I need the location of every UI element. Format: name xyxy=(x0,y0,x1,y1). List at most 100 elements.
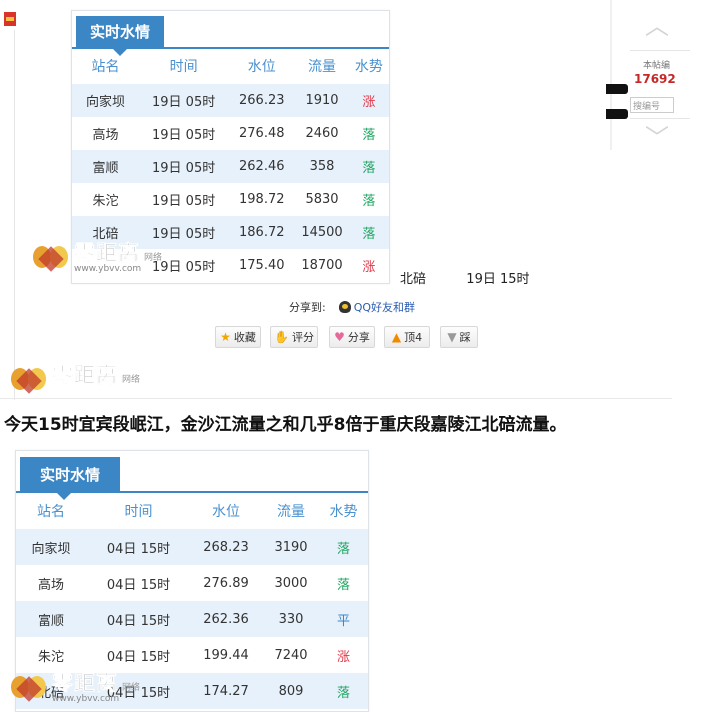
cell-trend: 落 xyxy=(362,128,376,143)
table-row: 朱沱 04日 15时 199.44 7240 涨 xyxy=(16,637,368,673)
widget-rule xyxy=(630,50,690,51)
cell-level: 199.44 xyxy=(203,647,249,663)
share-label: 分享到: xyxy=(289,301,326,314)
share-action-label: 分享 xyxy=(347,331,370,344)
chevron-up-icon[interactable]: ︿ xyxy=(637,14,677,38)
cell-station: 富顺 xyxy=(37,613,64,629)
cell-flow: 5830 xyxy=(305,192,339,207)
heart-icon: ♥ xyxy=(334,330,345,344)
thumb-icon: ✋ xyxy=(274,330,289,344)
cell-level: 175.40 xyxy=(239,258,285,273)
rate-button[interactable]: ✋ 评分 xyxy=(270,326,318,348)
header-level: 水位 xyxy=(212,504,240,520)
cell-flow: 3000 xyxy=(274,575,308,591)
upvote-label: 顶4 xyxy=(404,331,423,344)
cell-flow: 1910 xyxy=(305,93,339,108)
table-row: 高场 04日 15时 276.89 3000 落 xyxy=(16,565,368,601)
cell-station: 高场 xyxy=(37,577,64,593)
table-row: 高场 19日 05时 276.48 2460 落 xyxy=(72,117,389,150)
watermark-logo-icon xyxy=(32,242,72,274)
cell-trend: 落 xyxy=(336,685,350,701)
cell-time: 19日 05时 xyxy=(152,95,216,110)
section-divider xyxy=(0,398,672,399)
cell-station: 朱沱 xyxy=(92,194,119,209)
share-button[interactable]: ♥ 分享 xyxy=(329,326,375,348)
cell-level: 276.48 xyxy=(239,126,285,141)
watermark-sub: 网络 xyxy=(122,683,141,693)
cell-trend: 落 xyxy=(362,194,376,209)
downvote-button[interactable]: ▼ 踩 xyxy=(440,326,478,348)
widget-rule xyxy=(630,118,690,119)
cell-station: 向家坝 xyxy=(85,95,125,110)
cell-station: 高场 xyxy=(92,128,119,143)
cell-trend: 涨 xyxy=(336,649,350,665)
downvote-label: 踩 xyxy=(459,331,471,344)
favorite-button[interactable]: ★ 收藏 xyxy=(215,326,261,348)
cell-level: 198.72 xyxy=(239,192,285,207)
header-time: 时间 xyxy=(169,59,198,75)
qq-icon[interactable] xyxy=(338,301,351,313)
cell-trend: 平 xyxy=(336,613,350,629)
overflow-time: 19日 15时 xyxy=(466,272,530,287)
cell-time: 04日 15时 xyxy=(106,577,171,593)
widget-search-placeholder: 搜编号 xyxy=(633,101,661,112)
widget-divider xyxy=(610,0,612,150)
watermark-url: www.ybvv.com xyxy=(52,694,120,704)
cell-trend: 落 xyxy=(362,227,376,242)
cell-station: 向家坝 xyxy=(31,541,71,557)
star-icon: ★ xyxy=(220,330,231,344)
headline: 今天15时宜宾段岷江，金沙江流量之和几乎8倍于重庆段嘉陵江北碚流量。 xyxy=(4,415,567,435)
cell-flow: 3190 xyxy=(274,539,308,555)
cell-trend: 涨 xyxy=(362,260,376,275)
widget-label: 本帖编 xyxy=(643,61,671,71)
widget-black-bar xyxy=(606,84,628,94)
header-flow: 流量 xyxy=(308,59,337,75)
tab-realtime-water[interactable]: 实时水情 xyxy=(20,457,120,500)
flag-icon xyxy=(4,12,16,26)
cell-trend: 落 xyxy=(336,577,350,593)
cell-time: 19日 05时 xyxy=(152,227,216,242)
table-header: 站名 时间 水位 流量 水势 xyxy=(72,48,389,84)
panel-tabbar: 实时水情 xyxy=(72,11,389,56)
watermark-url: www.ybvv.com xyxy=(74,264,142,274)
left-edge xyxy=(0,0,20,400)
watermark-text: 零距离 xyxy=(52,363,118,387)
table-row: 向家坝 19日 05时 266.23 1910 涨 xyxy=(72,84,389,117)
cell-station: 富顺 xyxy=(92,161,119,176)
header-station: 站名 xyxy=(91,59,120,75)
watermark: 零距离 网络 xyxy=(10,364,140,396)
cell-time: 04日 15时 xyxy=(106,649,171,665)
cell-time: 19日 05时 xyxy=(152,161,216,176)
favorite-label: 收藏 xyxy=(233,331,256,344)
watermark-sub: 网络 xyxy=(144,253,163,263)
chevron-down-icon[interactable]: ﹀ xyxy=(637,126,677,150)
watermark: 零距离 网络 www.ybvv.com xyxy=(32,242,162,274)
watermark-sub: 网络 xyxy=(122,375,141,385)
table-row: 向家坝 04日 15时 268.23 3190 落 xyxy=(16,529,368,565)
share-qq-link[interactable]: QQ好友和群 xyxy=(354,301,415,314)
cell-flow: 330 xyxy=(278,611,304,627)
widget-search-input[interactable]: 搜编号 xyxy=(630,97,674,113)
header-station: 站名 xyxy=(37,504,65,520)
cell-station: 朱沱 xyxy=(37,649,64,665)
cell-flow: 18700 xyxy=(301,258,343,273)
table-header: 站名 时间 水位 流量 水势 xyxy=(16,493,368,529)
cell-level: 266.23 xyxy=(239,93,285,108)
cell-level: 174.27 xyxy=(203,683,249,699)
cell-level: 186.72 xyxy=(239,225,285,240)
widget-count: 17692 xyxy=(634,72,676,86)
upvote-button[interactable]: ▲ 顶4 xyxy=(384,326,430,348)
cell-level: 268.23 xyxy=(203,539,249,555)
tab-realtime-water[interactable]: 实时水情 xyxy=(76,16,164,56)
cell-flow: 14500 xyxy=(301,225,343,240)
table-row: 朱沱 19日 05时 198.72 5830 落 xyxy=(72,183,389,216)
share-bar: 分享到: QQ好友和群 xyxy=(289,299,415,315)
watermark-text: 零距离 xyxy=(74,241,140,265)
table-row: 富顺 04日 15时 262.36 330 平 xyxy=(16,601,368,637)
cell-flow: 809 xyxy=(278,683,304,699)
cell-flow: 7240 xyxy=(274,647,308,663)
cell-flow: 358 xyxy=(309,159,335,174)
header-trend: 水势 xyxy=(329,504,358,520)
watermark-logo-icon xyxy=(10,672,50,704)
watermark: 零距离 网络 www.ybvv.com xyxy=(10,672,140,704)
